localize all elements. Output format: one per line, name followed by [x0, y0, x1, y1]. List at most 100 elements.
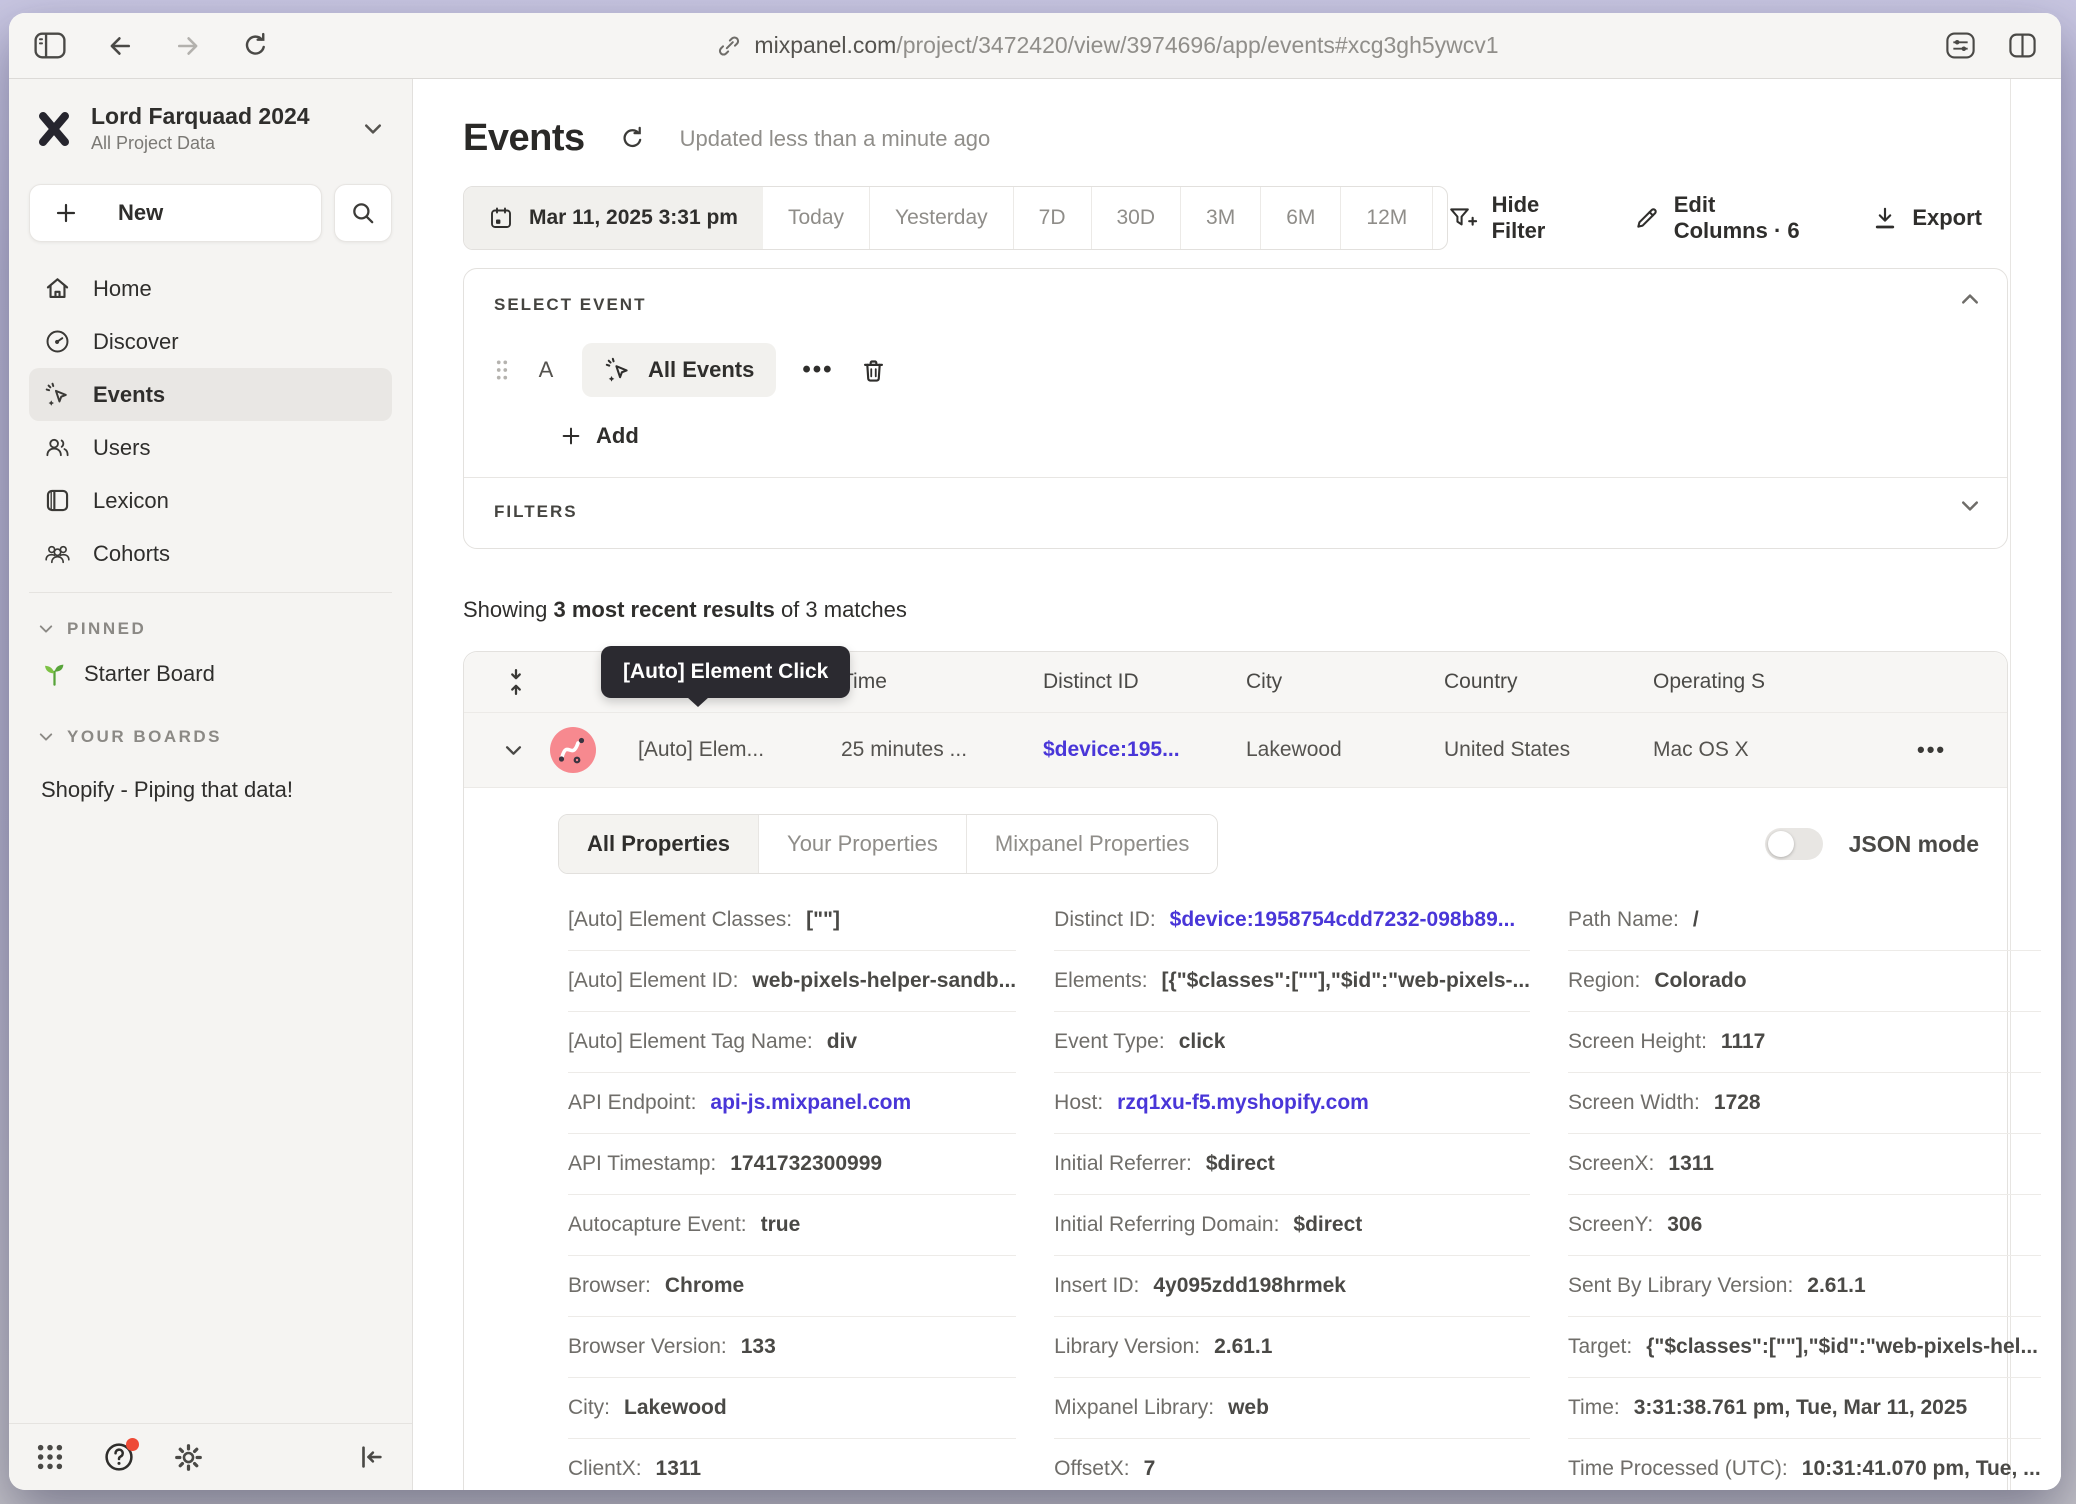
- board-item-label: Shopify - Piping that data!: [41, 777, 293, 803]
- property-row: OffsetX:7: [1054, 1439, 1530, 1490]
- collapse-sidebar-icon[interactable]: [356, 1442, 386, 1472]
- collapse-section-icon[interactable]: [1961, 293, 1979, 305]
- new-button[interactable]: New: [29, 184, 322, 242]
- trash-icon[interactable]: [860, 357, 887, 384]
- property-value: [""]: [806, 908, 840, 932]
- property-row: Browser Version:133: [568, 1317, 1016, 1378]
- property-value: 1117: [1721, 1030, 1765, 1054]
- drag-handle-icon[interactable]: [494, 358, 510, 382]
- cell-distinct-id[interactable]: $device:195...: [1043, 738, 1246, 762]
- property-value[interactable]: rzq1xu-f5.myshopify.com: [1117, 1091, 1369, 1115]
- property-value: 133: [741, 1335, 776, 1359]
- address-bar[interactable]: mixpanel.com/project/3472420/view/397469…: [270, 32, 1945, 59]
- reload-button[interactable]: [241, 31, 270, 60]
- sidebar-item-cohorts[interactable]: Cohorts: [29, 527, 392, 580]
- edit-columns-button[interactable]: Edit Columns · 6: [1634, 192, 1815, 244]
- json-mode-toggle[interactable]: [1765, 828, 1823, 860]
- property-value: 1311: [1668, 1152, 1714, 1176]
- tab-mixpanel-properties[interactable]: Mixpanel Properties: [966, 815, 1217, 873]
- property-row: Screen Width:1728: [1568, 1073, 2041, 1134]
- property-label: Region:: [1568, 969, 1640, 993]
- url-host: mixpanel.com: [754, 32, 896, 58]
- sidebar-item-discover[interactable]: Discover: [29, 315, 392, 368]
- sidebar-item-home[interactable]: Home: [29, 262, 392, 315]
- column-header-time[interactable]: Time: [841, 670, 1043, 694]
- refresh-icon[interactable]: [619, 125, 646, 152]
- property-row: Screen Height:1117: [1568, 1012, 2041, 1073]
- forward-button[interactable]: [173, 32, 203, 60]
- property-label: Screen Width:: [1568, 1091, 1700, 1115]
- link-icon: [716, 33, 742, 59]
- property-value: [{"$classes":[""],"$id":"web-pixels-...: [1162, 969, 1530, 993]
- range-yesterday[interactable]: Yesterday: [869, 187, 1013, 249]
- row-expand-chevron-icon[interactable]: [505, 745, 522, 756]
- range-6m[interactable]: 6M: [1260, 187, 1340, 249]
- column-header-distinct-id[interactable]: Distinct ID: [1043, 670, 1246, 694]
- sidebar-item-lexicon[interactable]: Lexicon: [29, 474, 392, 527]
- sidebar-item-events[interactable]: Events: [29, 368, 392, 421]
- property-label: City:: [568, 1396, 610, 1420]
- add-event-button[interactable]: Add: [560, 423, 1977, 449]
- pinned-section-header[interactable]: PINNED: [29, 611, 392, 647]
- sidebar-item-label: Events: [93, 382, 165, 408]
- apps-grid-icon[interactable]: [35, 1442, 65, 1472]
- pinned-item-starter-board[interactable]: Starter Board: [29, 647, 392, 701]
- sidebar-item-label: Cohorts: [93, 541, 170, 567]
- filter-plus-icon: [1448, 205, 1478, 231]
- sidebar-item-label: Lexicon: [93, 488, 169, 514]
- search-button[interactable]: [334, 184, 392, 242]
- date-range-selected[interactable]: Mar 11, 2025 3:31 pm: [464, 187, 763, 249]
- property-row: Time Processed (UTC):10:31:41.070 pm, Tu…: [1568, 1439, 2041, 1490]
- property-label: Distinct ID:: [1054, 908, 1156, 932]
- events-table: [Auto] Element Click TimeDistinct IDCity…: [463, 651, 2008, 1490]
- range-30d[interactable]: 30D: [1091, 187, 1181, 249]
- browser-sidebar-toggle-icon[interactable]: [33, 31, 67, 60]
- column-header-country[interactable]: Country: [1444, 670, 1653, 694]
- property-value: 4y095zdd198hrmek: [1153, 1274, 1346, 1298]
- home-icon: [44, 275, 71, 302]
- range-xtd-dropdown[interactable]: XTD: [1432, 187, 1447, 249]
- column-header-city[interactable]: City: [1246, 670, 1444, 694]
- split-view-icon[interactable]: [2008, 32, 2037, 59]
- cell-country[interactable]: United States: [1444, 738, 1653, 762]
- event-row[interactable]: [Auto] Elem... 25 minutes ... $device:19…: [464, 713, 2007, 788]
- updated-status: Updated less than a minute ago: [680, 126, 991, 152]
- back-button[interactable]: [105, 32, 135, 60]
- property-value[interactable]: api-js.mixpanel.com: [710, 1091, 911, 1115]
- cell-os[interactable]: Mac OS X: [1653, 738, 1917, 762]
- filters-label: FILTERS: [494, 502, 1977, 522]
- gear-icon[interactable]: [173, 1442, 204, 1473]
- property-value: {"$classes":[""],"$id":"web-pixels-hel..…: [1646, 1335, 2038, 1359]
- event-selector[interactable]: All Events: [582, 343, 776, 397]
- property-label: Host:: [1054, 1091, 1103, 1115]
- range-7d[interactable]: 7D: [1013, 187, 1091, 249]
- hide-filter-button[interactable]: Hide Filter: [1448, 192, 1576, 244]
- sidebar-item-users[interactable]: Users: [29, 421, 392, 474]
- reader-settings-icon[interactable]: [1945, 31, 1976, 60]
- project-switcher[interactable]: Lord Farquaad 2024 All Project Data: [29, 97, 392, 160]
- export-button[interactable]: Export: [1872, 205, 1982, 231]
- page-title: Events: [463, 117, 585, 160]
- tab-all-properties[interactable]: All Properties: [559, 815, 758, 873]
- your-boards-section-header[interactable]: YOUR BOARDS: [29, 719, 392, 755]
- cell-event-name[interactable]: [Auto] Elem...: [638, 738, 841, 762]
- divider: [29, 592, 392, 593]
- properties-tabs: All PropertiesYour PropertiesMixpanel Pr…: [558, 814, 1218, 874]
- column-header-operating-s[interactable]: Operating S: [1653, 670, 1917, 694]
- range-3m[interactable]: 3M: [1180, 187, 1260, 249]
- property-row: Initial Referring Domain:$direct: [1054, 1195, 1530, 1256]
- row-menu-icon[interactable]: •••: [1917, 737, 2007, 763]
- tab-your-properties[interactable]: Your Properties: [758, 815, 966, 873]
- cell-time[interactable]: 25 minutes ...: [841, 738, 1043, 762]
- event-step-row: A All Events •••: [494, 343, 1977, 397]
- results-summary: Showing 3 most recent results of 3 match…: [463, 597, 2008, 623]
- cell-city[interactable]: Lakewood: [1246, 738, 1444, 762]
- board-item-shopify-piping-that-data[interactable]: Shopify - Piping that data!: [29, 763, 392, 817]
- expand-section-icon[interactable]: [1961, 500, 1979, 512]
- property-value[interactable]: $device:1958754cdd7232-098b89...: [1170, 908, 1516, 932]
- help-button[interactable]: [103, 1441, 135, 1473]
- range-12m[interactable]: 12M: [1340, 187, 1432, 249]
- property-label: Time Processed (UTC):: [1568, 1457, 1788, 1481]
- property-label: Path Name:: [1568, 908, 1679, 932]
- range-today[interactable]: Today: [763, 187, 869, 249]
